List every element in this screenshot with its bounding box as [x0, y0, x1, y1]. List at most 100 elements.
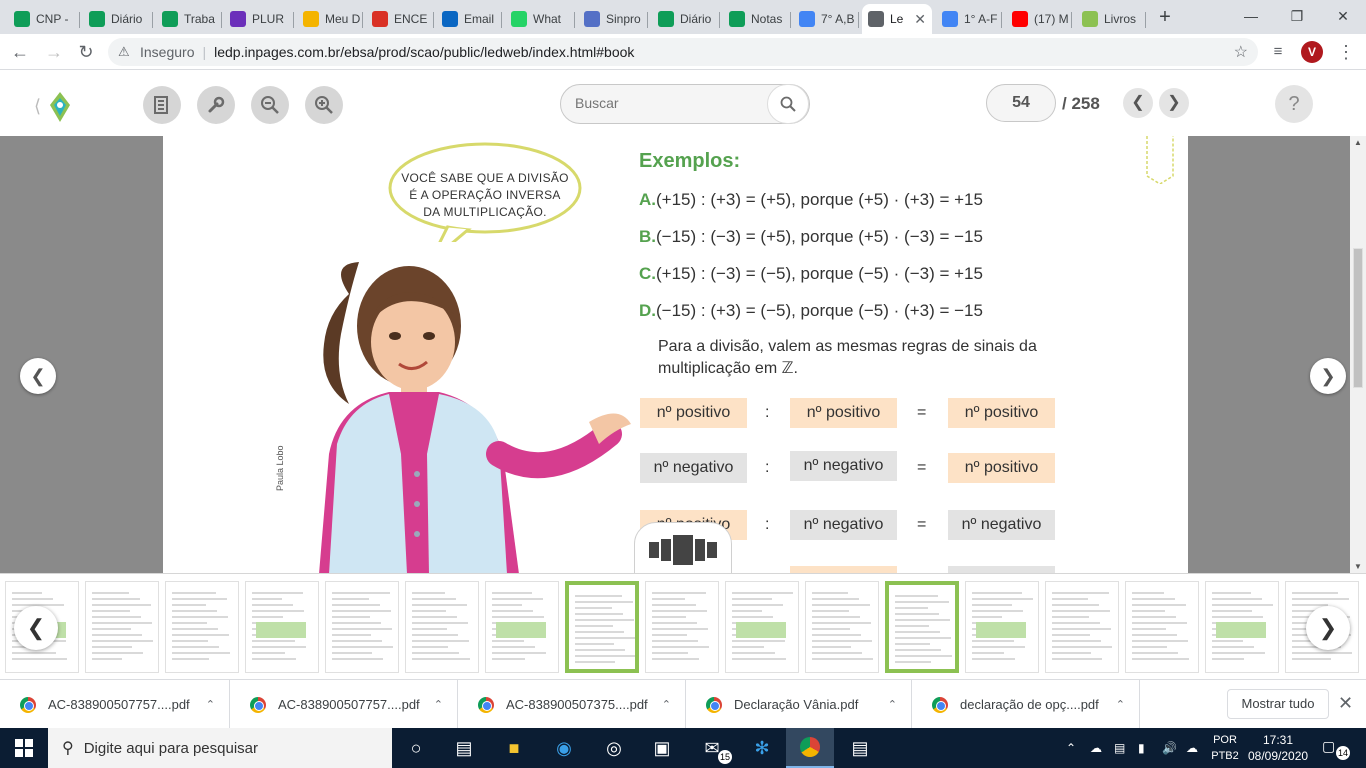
chevron-up-icon[interactable]: ⌃: [206, 698, 215, 711]
page-thumbnail[interactable]: [485, 581, 559, 673]
language-indicator[interactable]: POR PTB2: [1208, 732, 1242, 764]
tray-expand-icon[interactable]: ⌃: [1066, 728, 1076, 768]
page-thumbnail[interactable]: [565, 581, 639, 673]
browser-tab[interactable]: Livros: [1076, 4, 1146, 34]
volume-icon[interactable]: 🔊: [1162, 728, 1177, 768]
download-item[interactable]: declaração de opç....pdf ⌃: [912, 680, 1140, 729]
browser-tab[interactable]: (17) M: [1006, 4, 1072, 34]
help-button[interactable]: ?: [1275, 85, 1313, 123]
page-thumbnail[interactable]: [805, 581, 879, 673]
previous-spread-icon[interactable]: ❮: [20, 358, 56, 394]
browser-tab[interactable]: Notas: [723, 4, 791, 34]
thumbnail-toggle[interactable]: [634, 522, 732, 578]
minimize-button[interactable]: —: [1228, 2, 1274, 30]
chrome-taskbar-icon[interactable]: [786, 728, 834, 768]
download-item[interactable]: AC-838900507757....pdf ⌃: [230, 680, 458, 729]
zoom-out-icon[interactable]: [251, 86, 289, 124]
edge-icon[interactable]: ◉: [540, 728, 588, 768]
zoom-in-icon[interactable]: [305, 86, 343, 124]
reading-list-icon[interactable]: ≡: [1266, 40, 1290, 64]
chevron-up-icon[interactable]: ⌃: [1116, 698, 1125, 711]
page-thumbnail[interactable]: [85, 581, 159, 673]
app-logo[interactable]: ⟨: [34, 90, 74, 127]
bookmark-ribbon-icon[interactable]: [1145, 136, 1175, 184]
previous-page-icon[interactable]: ❮: [1123, 88, 1153, 118]
browser-tab[interactable]: 1° A-F: [936, 4, 1002, 34]
download-item[interactable]: AC-838900507757....pdf ⌃: [0, 680, 230, 729]
reload-button[interactable]: ↻: [74, 40, 98, 64]
url-text[interactable]: ledp.inpages.com.br/ebsa/prod/scao/publi…: [214, 44, 634, 60]
browser-tab[interactable]: Le ✕: [862, 4, 932, 34]
close-downloads-icon[interactable]: ✕: [1338, 693, 1353, 714]
page-thumbnail[interactable]: [725, 581, 799, 673]
browser-tab[interactable]: Traba: [156, 4, 222, 34]
address-bar[interactable]: ⚠ Inseguro | ledp.inpages.com.br/ebsa/pr…: [108, 38, 1258, 66]
safari-icon[interactable]: ✻: [738, 728, 786, 768]
monitor-app-icon[interactable]: ▤: [836, 728, 884, 768]
maximize-button[interactable]: ❐: [1274, 2, 1320, 30]
browser-tab[interactable]: What: [505, 4, 575, 34]
chevron-up-icon[interactable]: ⌃: [888, 698, 897, 711]
chevron-up-icon[interactable]: ⌃: [662, 698, 671, 711]
browser-tab[interactable]: Meu D: [297, 4, 363, 34]
page-thumbnail[interactable]: [325, 581, 399, 673]
book-icon[interactable]: [143, 86, 181, 124]
network-icon[interactable]: ▤: [1114, 728, 1125, 768]
forward-button[interactable]: →: [42, 40, 66, 64]
file-explorer-icon[interactable]: ■: [490, 728, 538, 768]
obs-icon[interactable]: ◎: [590, 728, 638, 768]
page-thumbnail[interactable]: [245, 581, 319, 673]
mail-icon[interactable]: ✉ 15: [688, 728, 736, 768]
taskbar-search-placeholder[interactable]: Digite aqui para pesquisar: [84, 740, 258, 757]
weather-icon[interactable]: ☁: [1090, 728, 1102, 768]
page-number-input[interactable]: 54: [986, 84, 1056, 122]
page-thumbnail[interactable]: [885, 581, 959, 673]
warning-icon[interactable]: ⚠: [118, 44, 134, 60]
browser-tab[interactable]: Diário: [652, 4, 720, 34]
search-icon[interactable]: [767, 84, 809, 124]
profile-avatar[interactable]: V: [1301, 41, 1323, 63]
page-thumbnail[interactable]: [1205, 581, 1279, 673]
page-thumbnail[interactable]: [1125, 581, 1199, 673]
bookmark-star-icon[interactable]: ☆: [1234, 42, 1248, 62]
viewer-search-input[interactable]: [575, 95, 765, 111]
page-thumbnail[interactable]: [405, 581, 479, 673]
page-thumbnail[interactable]: [965, 581, 1039, 673]
vertical-scrollbar[interactable]: ▲ ▼: [1350, 136, 1366, 573]
next-spread-icon[interactable]: ❯: [1310, 358, 1346, 394]
new-tab-button[interactable]: +: [1153, 6, 1177, 30]
browser-tab[interactable]: ENCE: [366, 4, 434, 34]
browser-tab[interactable]: PLUR: [224, 4, 294, 34]
thumbnails-next-icon[interactable]: ❯: [1306, 606, 1350, 650]
close-tab-icon[interactable]: ✕: [914, 11, 926, 28]
cortana-icon[interactable]: ○: [392, 728, 440, 768]
download-item[interactable]: Declaração Vânia.pdf ⌃: [686, 680, 912, 729]
download-item[interactable]: AC-838900507375....pdf ⌃: [458, 680, 686, 729]
windows-start-icon[interactable]: [0, 728, 48, 768]
clock[interactable]: 17:31 08/09/2020: [1248, 732, 1308, 764]
security-label[interactable]: Inseguro: [140, 44, 194, 60]
onedrive-icon[interactable]: ☁: [1186, 728, 1198, 768]
task-view-icon[interactable]: ▤: [440, 728, 488, 768]
window-close-button[interactable]: ✕: [1320, 2, 1366, 30]
thumbnails-previous-icon[interactable]: ❮: [14, 606, 58, 650]
next-page-icon[interactable]: ❯: [1159, 88, 1189, 118]
browser-tab[interactable]: Sinpro: [578, 4, 648, 34]
scrollbar-thumb[interactable]: [1353, 248, 1363, 388]
page-thumbnail[interactable]: [165, 581, 239, 673]
browser-menu-icon[interactable]: ⋮: [1334, 40, 1358, 64]
browser-tab[interactable]: Diário: [83, 4, 153, 34]
browser-tab[interactable]: CNP -: [8, 4, 80, 34]
show-all-button[interactable]: Mostrar tudo: [1227, 689, 1329, 719]
store-icon[interactable]: ▣: [638, 728, 686, 768]
page-thumbnail[interactable]: [645, 581, 719, 673]
wrench-icon[interactable]: [197, 86, 235, 124]
page-thumbnail[interactable]: [1045, 581, 1119, 673]
chevron-up-icon[interactable]: ⌃: [434, 698, 443, 711]
battery-icon[interactable]: ▮: [1138, 728, 1145, 768]
notifications-icon[interactable]: ▢ 14: [1322, 738, 1350, 760]
browser-tab[interactable]: 7° A,B: [793, 4, 859, 34]
back-button[interactable]: ←: [8, 40, 32, 64]
taskbar-search[interactable]: ⚲ Digite aqui para pesquisar: [48, 728, 392, 768]
browser-tab[interactable]: Email: [436, 4, 502, 34]
